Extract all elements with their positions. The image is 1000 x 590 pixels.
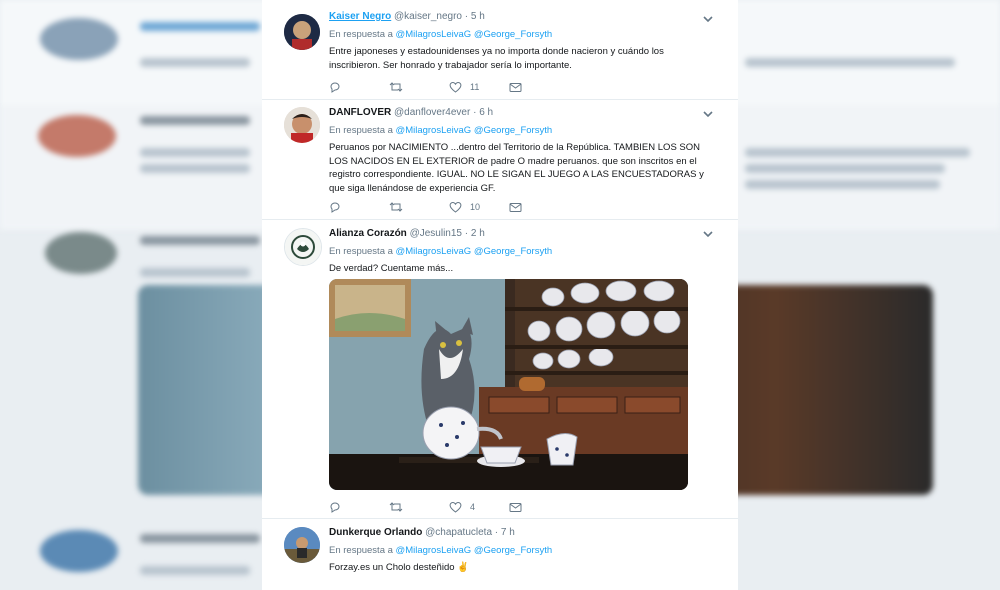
mention-link[interactable]: @MilagrosLeivaG [396,125,472,136]
mention-link[interactable]: @MilagrosLeivaG [396,246,472,257]
mention-link[interactable]: @MilagrosLeivaG [396,29,472,40]
reply-prefix: En respuesta a [329,29,393,40]
avatar[interactable] [284,107,320,143]
reply-prefix: En respuesta a [329,125,393,136]
like-count: 10 [470,202,481,212]
cat-teapot-photo [329,279,688,490]
mention-link[interactable]: @George_Forsyth [474,29,552,40]
timestamp[interactable]: · 7 h [495,527,515,538]
tweet-text: Peruanos por NACIMIENTO ...dentro del Te… [329,142,704,194]
author-name[interactable]: Kaiser Negro [329,11,391,22]
author-handle: @chapatucleta [425,527,493,538]
dm-icon [509,202,522,212]
like-button[interactable]: 10 [449,201,509,213]
retweet-icon [389,82,403,92]
dm-button[interactable] [509,202,569,213]
reply-icon [330,202,340,213]
chevron-down-icon[interactable] [702,13,714,25]
tweet-text: De verdad? Cuentame más... [329,263,454,274]
dm-icon [509,82,522,92]
tweet-text: Entre japoneses y estadounidenses ya no … [329,46,664,71]
like-icon [449,82,462,93]
avatar[interactable] [284,527,320,563]
avatar[interactable] [284,14,320,50]
reply-button[interactable] [329,81,389,93]
author-name[interactable]: Dunkerque Orlando [329,527,422,538]
author-name[interactable]: DANFLOVER [329,107,391,118]
reply-icon [330,82,340,93]
mention-link[interactable]: @George_Forsyth [474,545,552,556]
author-handle: @Jesulin15 [409,228,462,239]
dm-button[interactable] [509,82,569,93]
retweet-icon [389,202,403,212]
timestamp[interactable]: · 5 h [465,11,485,22]
timestamp[interactable]: · 6 h [473,107,493,118]
mention-link[interactable]: @George_Forsyth [474,246,552,257]
retweet-button[interactable] [389,501,449,513]
attached-photo[interactable] [329,279,688,490]
tweet-dunkerque-orlando[interactable]: Dunkerque Orlando @chapatucleta · 7 h En… [262,518,738,590]
chevron-down-icon[interactable] [702,108,714,120]
like-count: 11 [470,82,480,92]
like-button[interactable]: 4 [449,501,509,513]
tweet-danflover[interactable]: DANFLOVER @danflover4ever · 6 h En respu… [262,99,738,220]
tweet-text: Forzay.es un Cholo desteñido ✌ [329,562,469,573]
chevron-down-icon[interactable] [702,228,714,240]
dm-icon [509,502,522,512]
mention-link[interactable]: @George_Forsyth [474,125,552,136]
avatar[interactable] [284,228,322,266]
reply-button[interactable] [329,501,389,513]
mention-link[interactable]: @MilagrosLeivaG [396,545,472,556]
reply-button[interactable] [329,201,389,213]
like-button[interactable]: 11 [449,81,509,93]
like-icon [449,202,462,213]
dm-button[interactable] [509,502,569,513]
reply-icon [330,502,340,513]
author-handle: @kaiser_negro [394,11,462,22]
like-icon [449,502,462,513]
reply-prefix: En respuesta a [329,545,393,556]
timestamp[interactable]: · 2 h [465,228,485,239]
tweet-kaiser-negro[interactable]: Kaiser Negro @kaiser_negro · 5 h En resp… [262,0,738,100]
retweet-icon [389,502,403,512]
retweet-button[interactable] [389,81,449,93]
author-handle: @danflover4ever [394,107,471,118]
retweet-button[interactable] [389,201,449,213]
tweet-alianza-corazon[interactable]: Alianza Corazón @Jesulin15 · 2 h En resp… [262,219,738,519]
author-name[interactable]: Alianza Corazón [329,228,407,239]
reply-thread-column: Kaiser Negro @kaiser_negro · 5 h En resp… [262,0,738,590]
like-count: 4 [470,502,476,512]
reply-prefix: En respuesta a [329,246,393,257]
